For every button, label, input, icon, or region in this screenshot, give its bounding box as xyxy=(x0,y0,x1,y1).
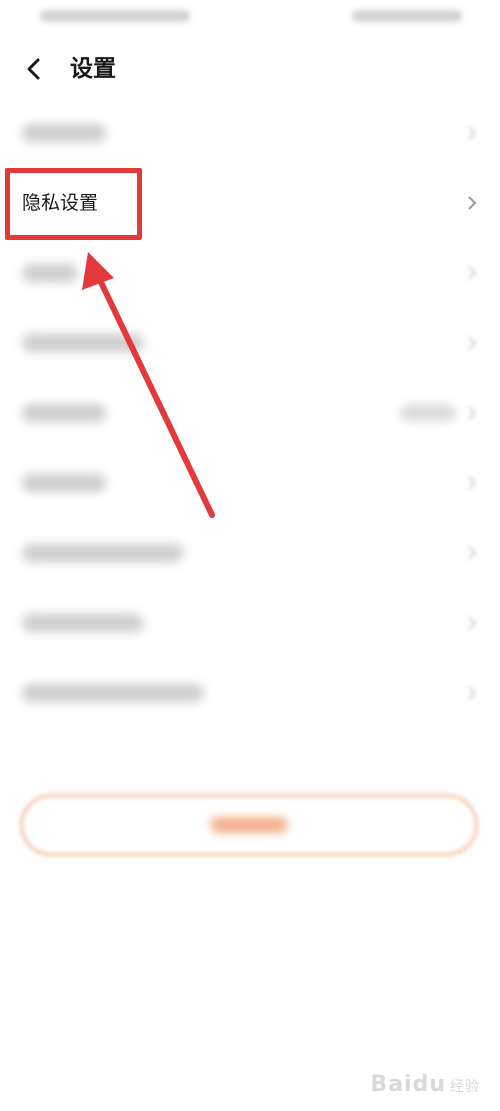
setting-row-app-permissions[interactable] xyxy=(0,588,500,658)
settings-screen: 设置 隐私设置 Baidu 经验 xyxy=(0,0,500,1111)
cache-size-value-blurred xyxy=(400,405,456,421)
row-label-blurred xyxy=(22,124,106,142)
page-title: 设置 xyxy=(70,56,116,82)
chevron-right-icon xyxy=(468,546,477,560)
watermark-sub: 经验 xyxy=(450,1079,480,1095)
status-indicators-blur xyxy=(352,10,462,22)
logout-button[interactable] xyxy=(20,794,478,856)
chevron-right-icon xyxy=(468,126,477,140)
nav-bar: 设置 xyxy=(0,40,500,98)
row-label-blurred xyxy=(22,474,106,492)
setting-row-account[interactable] xyxy=(0,98,500,168)
chevron-right-icon xyxy=(468,476,477,490)
setting-row-third-party-sharing[interactable] xyxy=(0,658,500,728)
chevron-right-icon xyxy=(468,266,477,280)
chevron-right-icon xyxy=(468,406,477,420)
row-label-blurred xyxy=(22,544,184,562)
row-label-blurred xyxy=(22,684,204,702)
row-label-blurred xyxy=(22,264,78,282)
chevron-right-icon xyxy=(468,616,477,630)
status-bar xyxy=(0,0,500,36)
row-label-blurred xyxy=(22,614,144,632)
setting-row-personal-info-list[interactable] xyxy=(0,518,500,588)
setting-row-about[interactable] xyxy=(0,448,500,518)
highlight-box-annotation xyxy=(5,168,142,240)
baidu-watermark: Baidu 经验 xyxy=(370,1072,480,1097)
status-carrier-blur xyxy=(40,10,190,22)
watermark-brand: Baidu xyxy=(370,1072,446,1097)
chevron-right-icon xyxy=(468,686,477,700)
chevron-right-icon xyxy=(468,196,477,210)
setting-row-notifications[interactable] xyxy=(0,238,500,308)
chevron-right-icon xyxy=(468,336,477,350)
back-chevron-icon[interactable] xyxy=(18,54,48,84)
setting-row-preferences[interactable] xyxy=(0,308,500,378)
setting-row-clear-cache[interactable] xyxy=(0,378,500,448)
row-label-blurred xyxy=(22,334,144,352)
logout-label-blurred xyxy=(210,817,288,833)
row-label-blurred xyxy=(22,404,106,422)
